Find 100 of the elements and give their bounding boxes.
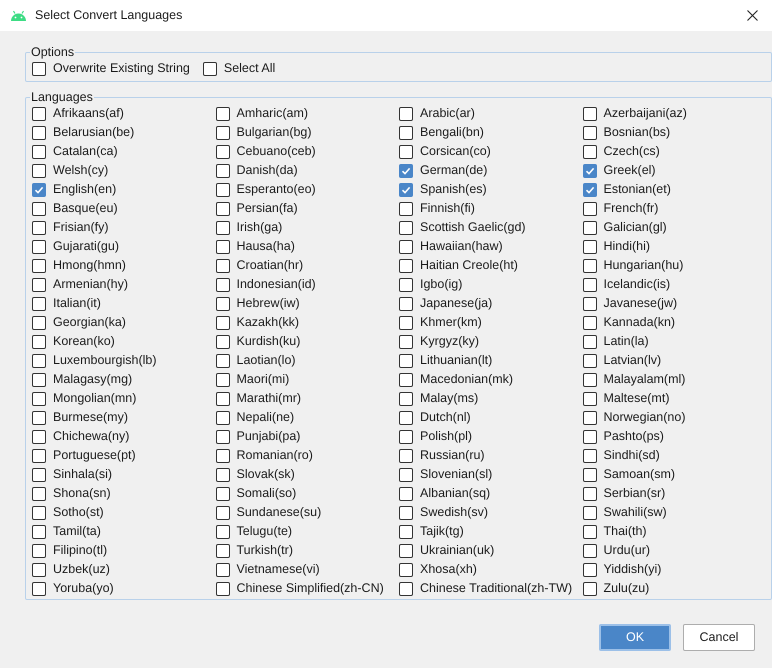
checkbox-option[interactable]: Irish(ga) — [216, 218, 399, 237]
checkbox-option[interactable]: Kannada(kn) — [582, 313, 766, 332]
checkbox[interactable] — [216, 468, 230, 482]
checkbox-option[interactable]: Macedonian(mk) — [399, 370, 582, 389]
checkbox-option[interactable]: Hebrew(iw) — [216, 294, 399, 313]
checkbox[interactable] — [32, 126, 46, 140]
checkbox-option[interactable]: German(de) — [399, 161, 582, 180]
checkbox[interactable] — [399, 240, 413, 254]
checkbox[interactable] — [216, 392, 230, 406]
checkbox[interactable] — [399, 278, 413, 292]
checkbox-option[interactable]: Estonian(et) — [582, 180, 766, 199]
checkbox[interactable] — [32, 278, 46, 292]
checkbox-option[interactable]: Javanese(jw) — [582, 294, 766, 313]
checkbox-option[interactable]: Korean(ko) — [32, 332, 216, 351]
checkbox-option[interactable]: Malayalam(ml) — [582, 370, 766, 389]
checkbox[interactable] — [32, 562, 46, 576]
checkbox-option[interactable]: Icelandic(is) — [582, 275, 766, 294]
checkbox[interactable] — [32, 354, 46, 368]
checkbox-option[interactable]: Thai(th) — [582, 522, 766, 541]
checkbox-option[interactable]: Sotho(st) — [32, 503, 216, 522]
checkbox-option[interactable]: Slovenian(sl) — [399, 465, 582, 484]
checkbox[interactable] — [399, 430, 413, 444]
checkbox[interactable] — [582, 106, 596, 120]
checkbox-option[interactable]: Filipino(tl) — [32, 541, 216, 560]
checkbox[interactable] — [582, 582, 596, 596]
checked-checkbox[interactable] — [582, 164, 596, 178]
checkbox[interactable] — [216, 506, 230, 520]
checkbox[interactable] — [582, 562, 596, 576]
checkbox-option[interactable]: Serbian(sr) — [582, 484, 766, 503]
checkbox-option[interactable]: Welsh(cy) — [32, 161, 216, 180]
checkbox[interactable] — [216, 334, 230, 348]
checkbox[interactable] — [399, 372, 413, 386]
checkbox-option[interactable]: Xhosa(xh) — [399, 560, 582, 579]
checkbox[interactable] — [582, 392, 596, 406]
checkbox-option[interactable]: Arabic(ar) — [399, 104, 582, 123]
checkbox-option[interactable]: Maltese(mt) — [582, 389, 766, 408]
checkbox-option[interactable]: Ukrainian(uk) — [399, 541, 582, 560]
checkbox[interactable] — [32, 296, 46, 310]
checkbox-option[interactable]: Zulu(zu) — [582, 579, 766, 598]
checkbox-option[interactable]: Georgian(ka) — [32, 313, 216, 332]
checkbox-option[interactable]: Russian(ru) — [399, 446, 582, 465]
checkbox-option[interactable]: Frisian(fy) — [32, 218, 216, 237]
checkbox-option[interactable]: Albanian(sq) — [399, 484, 582, 503]
checkbox-option[interactable]: Gujarati(gu) — [32, 237, 216, 256]
checkbox[interactable] — [399, 126, 413, 140]
checkbox[interactable] — [399, 202, 413, 216]
checkbox[interactable] — [32, 202, 46, 216]
checkbox[interactable] — [216, 144, 230, 158]
checkbox-option[interactable]: Khmer(km) — [399, 313, 582, 332]
checkbox[interactable] — [32, 316, 46, 330]
checkbox[interactable] — [32, 240, 46, 254]
checkbox-option[interactable]: Bulgarian(bg) — [216, 123, 399, 142]
checkbox[interactable] — [32, 62, 46, 76]
checkbox-option[interactable]: Lithuanian(lt) — [399, 351, 582, 370]
checkbox[interactable] — [582, 506, 596, 520]
checkbox[interactable] — [32, 486, 46, 500]
checkbox-option[interactable]: Spanish(es) — [399, 180, 582, 199]
checkbox-option[interactable]: Mongolian(mn) — [32, 389, 216, 408]
checkbox[interactable] — [216, 202, 230, 216]
checkbox[interactable] — [216, 372, 230, 386]
checkbox[interactable] — [582, 296, 596, 310]
checkbox-option[interactable]: Indonesian(id) — [216, 275, 399, 294]
checkbox-option[interactable]: Vietnamese(vi) — [216, 560, 399, 579]
checkbox[interactable] — [399, 486, 413, 500]
checkbox[interactable] — [399, 296, 413, 310]
checkbox[interactable] — [399, 448, 413, 462]
checkbox[interactable] — [32, 144, 46, 158]
checkbox-option[interactable]: Latin(la) — [582, 332, 766, 351]
checkbox[interactable] — [582, 334, 596, 348]
checkbox-option[interactable]: Chinese Traditional(zh-TW) — [399, 579, 582, 598]
checkbox-option[interactable]: Chinese Simplified(zh-CN) — [216, 579, 399, 598]
checkbox-option[interactable]: Bengali(bn) — [399, 123, 582, 142]
checkbox[interactable] — [399, 468, 413, 482]
checkbox[interactable] — [582, 448, 596, 462]
checkbox-option[interactable]: Greek(el) — [582, 161, 766, 180]
checkbox[interactable] — [582, 202, 596, 216]
checkbox[interactable] — [32, 258, 46, 272]
checkbox[interactable] — [216, 164, 230, 178]
checkbox[interactable] — [216, 410, 230, 424]
checkbox[interactable] — [399, 354, 413, 368]
checkbox[interactable] — [399, 544, 413, 558]
checkbox[interactable] — [32, 544, 46, 558]
checkbox[interactable] — [32, 372, 46, 386]
checkbox[interactable] — [582, 258, 596, 272]
checkbox-option[interactable]: Armenian(hy) — [32, 275, 216, 294]
checkbox-option[interactable]: Hindi(hi) — [582, 237, 766, 256]
checkbox-option[interactable]: Kyrgyz(ky) — [399, 332, 582, 351]
checkbox-option[interactable]: Afrikaans(af) — [32, 104, 216, 123]
checkbox-option[interactable]: Tamil(ta) — [32, 522, 216, 541]
checkbox[interactable] — [582, 144, 596, 158]
checkbox[interactable] — [32, 334, 46, 348]
checkbox[interactable] — [582, 240, 596, 254]
checkbox[interactable] — [216, 126, 230, 140]
checkbox-option[interactable]: Dutch(nl) — [399, 408, 582, 427]
checkbox[interactable] — [399, 410, 413, 424]
checkbox[interactable] — [399, 392, 413, 406]
checkbox[interactable] — [582, 410, 596, 424]
checkbox[interactable] — [216, 182, 230, 196]
checkbox-option[interactable]: Belarusian(be) — [32, 123, 216, 142]
checkbox-option[interactable]: Chichewa(ny) — [32, 427, 216, 446]
